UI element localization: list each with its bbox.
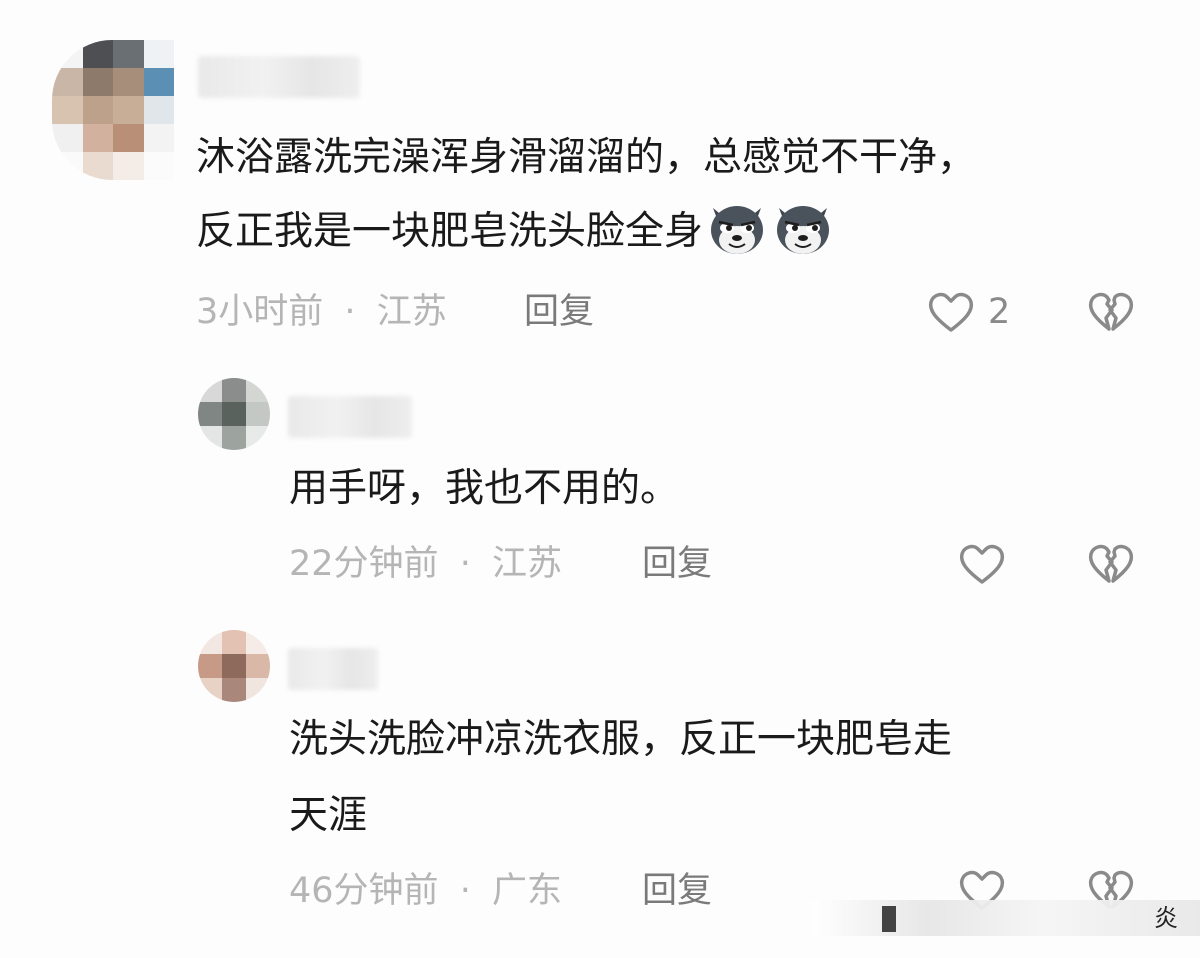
like-button[interactable] (956, 538, 1008, 590)
dislike-button[interactable] (1085, 286, 1137, 338)
comment-meta: 22分钟前 · 江苏 (289, 539, 562, 589)
avatar[interactable] (52, 40, 174, 180)
dislike-button[interactable] (1085, 538, 1137, 590)
username[interactable] (288, 396, 412, 438)
comment-time: 22分钟前 (289, 544, 439, 584)
meta-separator: · (459, 871, 471, 911)
username[interactable] (288, 648, 378, 690)
comment-meta: 3小时前 · 江苏 (196, 287, 447, 337)
heart-icon (959, 544, 1005, 584)
broken-heart-icon (1088, 292, 1134, 331)
comment-time: 3小时前 (196, 292, 324, 332)
meta-separator: · (344, 292, 356, 332)
reply-button[interactable]: 回复 (524, 287, 594, 337)
watermark-mark (882, 906, 896, 932)
comment-time: 46分钟前 (289, 871, 439, 911)
comment-text-line-1: 用手呀，我也不用的。 (289, 466, 680, 511)
like-button[interactable] (925, 286, 977, 338)
like-count: 2 (988, 292, 1011, 332)
watermark: 炎 (812, 900, 1200, 936)
comment-location: 广东 (491, 871, 562, 911)
comment-text-line-2-text: 反正我是一块肥皂洗头脸全身 (196, 209, 704, 254)
heart-icon (928, 292, 974, 332)
meta-separator: · (459, 544, 471, 584)
avatar[interactable] (198, 630, 270, 702)
comment-text-line-1: 沐浴露洗完澡浑身滑溜溜的，总感觉不干净， (196, 135, 977, 180)
comment-text-line-2: 天涯 (289, 793, 368, 838)
wolf-grin-emoji-icon (705, 194, 769, 258)
avatar[interactable] (198, 378, 270, 450)
wolf-grin-emoji-icon (771, 194, 835, 258)
comment-text-line-1: 洗头洗脸冲凉洗衣服，反正一块肥皂走 (289, 717, 953, 762)
reply-button[interactable]: 回复 (642, 539, 712, 589)
comment-location: 江苏 (491, 544, 562, 584)
watermark-text: 炎 (1154, 904, 1178, 932)
comment-location: 江苏 (376, 292, 447, 332)
broken-heart-icon (1088, 544, 1134, 583)
username[interactable] (198, 56, 360, 98)
comment-meta: 46分钟前 · 广东 (289, 866, 562, 916)
comment-text-line-2: 反正我是一块肥皂洗头脸全身 (196, 194, 835, 266)
reply-button[interactable]: 回复 (642, 866, 712, 916)
